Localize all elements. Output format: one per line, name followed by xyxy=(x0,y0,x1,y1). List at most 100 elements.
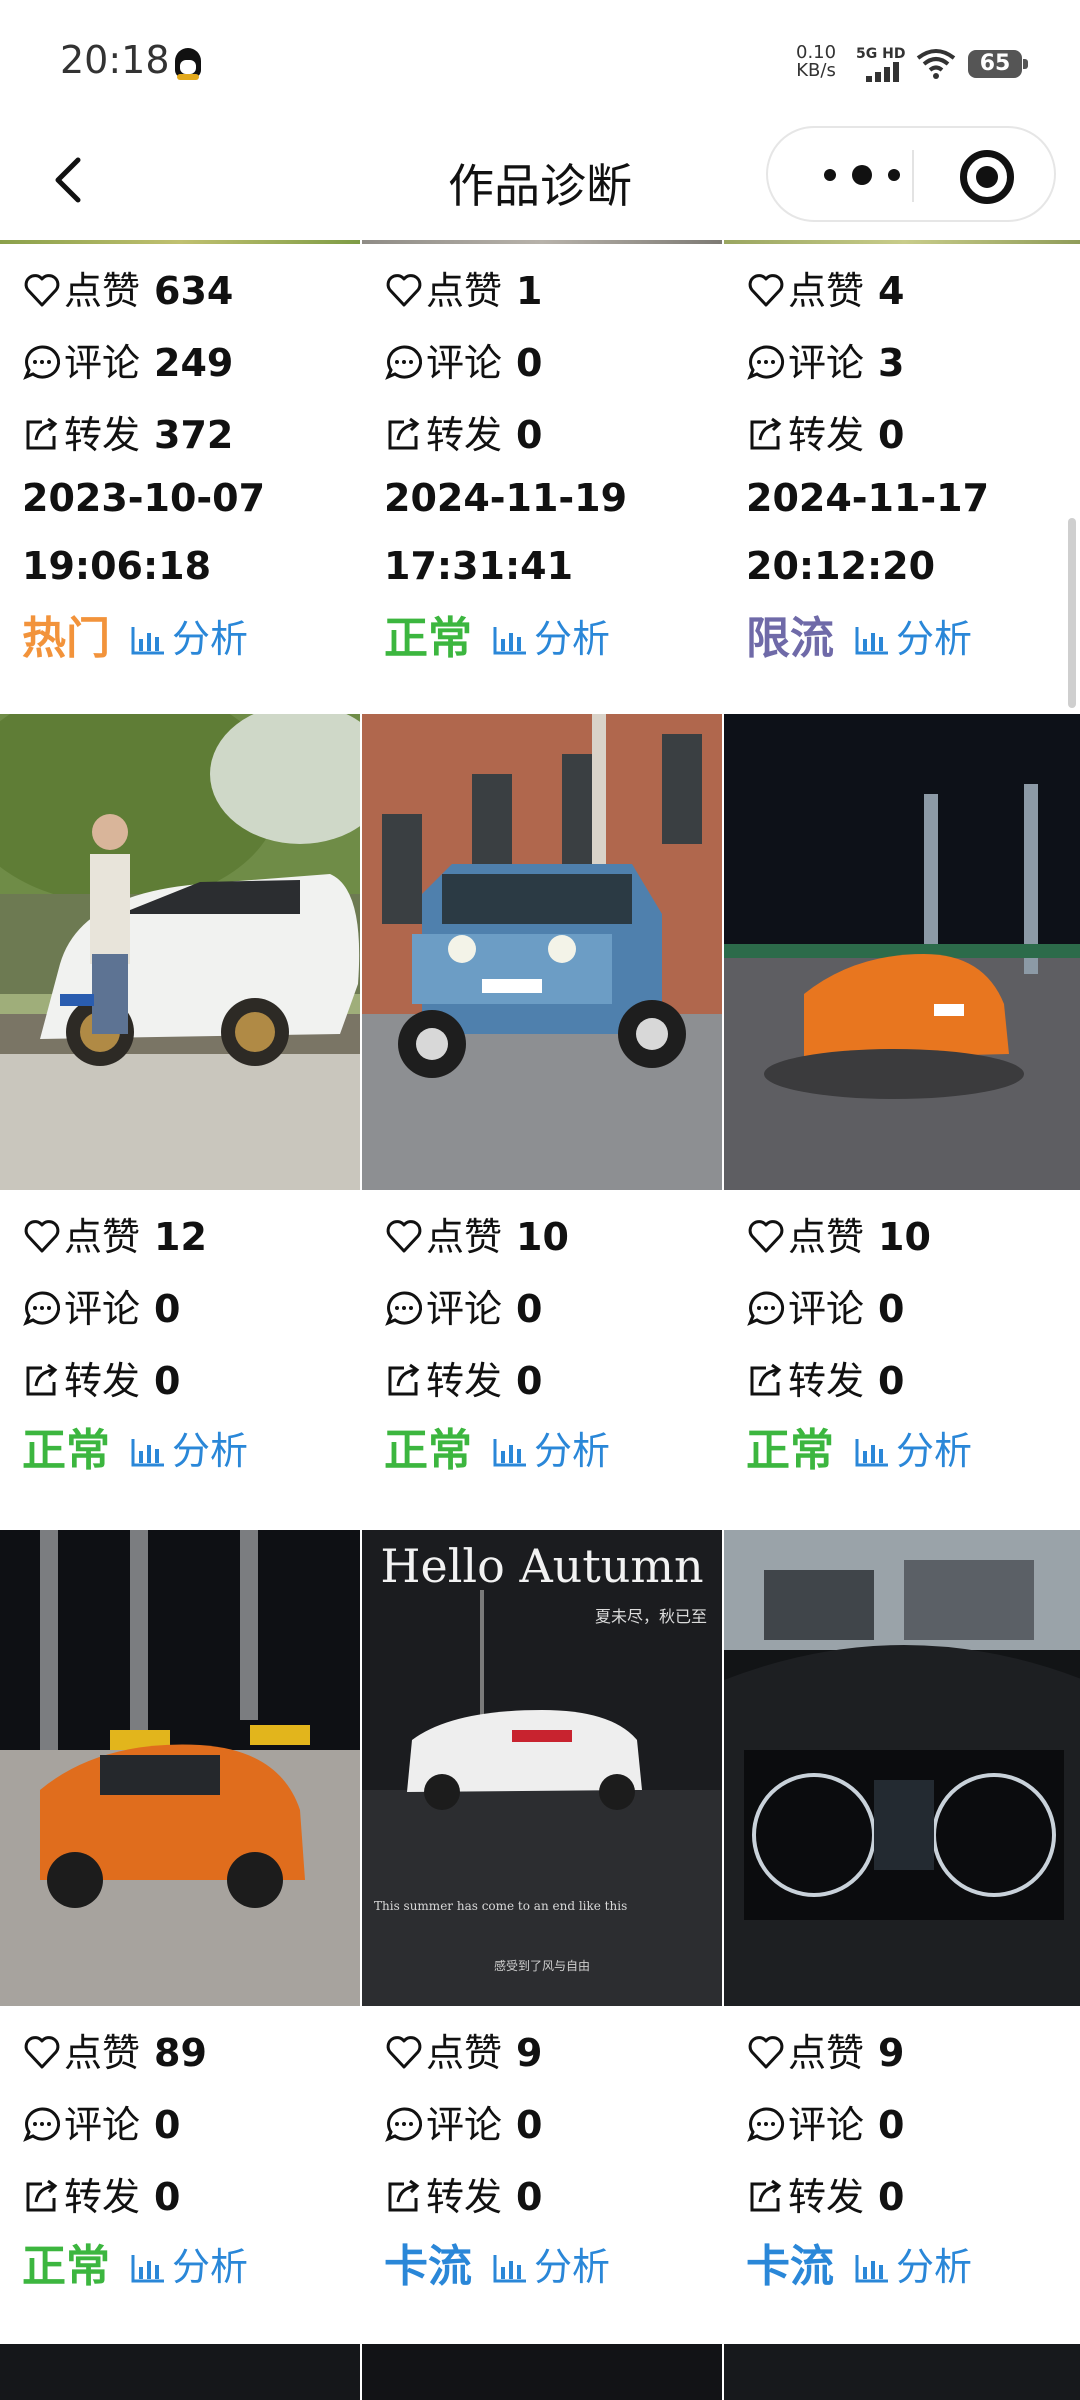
work-card[interactable]: 点赞 1 评论 0 转发 0 2024-11-19 17:31:41 正常 分析 xyxy=(362,240,722,710)
heart-icon xyxy=(24,1220,60,1253)
comment-icon xyxy=(23,1291,61,1326)
status-label: 卡流 xyxy=(384,2241,472,2292)
work-thumbnail[interactable] xyxy=(724,1530,1080,2006)
comment-icon xyxy=(747,345,785,380)
status-label: 正常 xyxy=(22,2241,110,2292)
work-thumbnail[interactable] xyxy=(724,240,1080,244)
analyze-link[interactable]: 分析 xyxy=(854,2236,972,2291)
comment-icon xyxy=(747,2107,785,2142)
share-icon xyxy=(388,417,420,450)
likes-stat: 点赞 4 xyxy=(746,266,904,316)
miniprogram-capsule xyxy=(766,126,1056,222)
analyze-link[interactable]: 分析 xyxy=(130,1420,248,1475)
more-menu-button[interactable] xyxy=(812,160,912,190)
work-thumbnail[interactable] xyxy=(362,2344,722,2400)
works-grid: 点赞 634 评论 249 转发 372 2023-10-07 19:06:18 热门… xyxy=(0,240,1080,2400)
network-type: 5G HD xyxy=(856,46,906,62)
work-card[interactable]: 点赞 4 评论 3 转发 0 2024-11-17 20:12:20 限流 分析 xyxy=(724,240,1080,710)
publish-date: 2024-11-17 xyxy=(746,476,990,520)
likes-stat: 点赞 634 xyxy=(22,266,233,316)
analyze-link[interactable]: 分析 xyxy=(492,1420,610,1475)
comments-stat: 评论 0 xyxy=(746,1284,904,1334)
analyze-link[interactable]: 分析 xyxy=(130,608,248,663)
comment-icon xyxy=(747,1291,785,1326)
comments-stat: 评论 0 xyxy=(22,1284,180,1334)
likes-stat: 点赞 9 xyxy=(384,2028,542,2078)
share-icon xyxy=(388,1363,420,1396)
work-thumbnail[interactable] xyxy=(0,1530,360,2006)
publish-date: 2024-11-19 xyxy=(384,476,628,520)
comments-stat: 评论 249 xyxy=(22,338,233,388)
heart-icon xyxy=(386,1220,422,1253)
bar-chart-icon xyxy=(131,627,164,655)
status-bar: 20:18 0.10 KB/s 5G HD 65 xyxy=(0,0,1080,120)
shares-stat: 转发 0 xyxy=(22,1356,180,1406)
work-thumbnail[interactable]: Hello Autumn 夏未尽，秋已至 This summer has com… xyxy=(362,1530,722,2006)
network-speed: 0.10 KB/s xyxy=(796,42,837,81)
status-label: 热门 xyxy=(22,613,110,664)
battery-icon: 65 xyxy=(968,50,1028,78)
comments-stat: 评论 0 xyxy=(384,2100,542,2150)
work-card[interactable]: 点赞 89 评论 0 转发 0 正常 分析 xyxy=(0,1530,360,2340)
heart-icon xyxy=(748,274,784,307)
analyze-link[interactable]: 分析 xyxy=(854,1420,972,1475)
signal-icon xyxy=(866,62,900,82)
poster-footer: 感受到了风与自由 xyxy=(494,1958,590,1973)
poster-title: Hello Autumn xyxy=(380,1539,703,1593)
close-miniprogram-button[interactable] xyxy=(960,150,1014,204)
share-icon xyxy=(388,2179,420,2212)
status-time: 20:18 xyxy=(60,38,170,82)
share-icon xyxy=(26,1363,58,1396)
likes-stat: 点赞 1 xyxy=(384,266,542,316)
shares-stat: 转发 0 xyxy=(22,2172,180,2222)
comments-stat: 评论 0 xyxy=(22,2100,180,2150)
work-card[interactable]: 点赞 10 评论 0 转发 0 正常 分析 xyxy=(724,714,1080,1524)
likes-stat: 点赞 89 xyxy=(22,2028,207,2078)
bar-chart-icon xyxy=(131,1439,164,1467)
work-card[interactable]: 点赞 634 评论 249 转发 372 2023-10-07 19:06:18 热门… xyxy=(0,240,360,710)
work-thumbnail[interactable] xyxy=(0,714,360,1190)
work-card[interactable]: 点赞 10 评论 0 转发 0 正常 分析 xyxy=(362,714,722,1524)
analyze-link[interactable]: 分析 xyxy=(854,608,972,663)
status-label: 正常 xyxy=(384,613,472,664)
publish-date: 2023-10-07 xyxy=(22,476,266,520)
comments-stat: 评论 0 xyxy=(384,338,542,388)
work-thumbnail[interactable] xyxy=(0,2344,360,2400)
share-icon xyxy=(750,417,782,450)
analyze-link[interactable]: 分析 xyxy=(492,2236,610,2291)
work-thumbnail[interactable] xyxy=(724,2344,1080,2400)
work-card[interactable]: Hello Autumn 夏未尽，秋已至 This summer has com… xyxy=(362,1530,722,2340)
poster-caption: This summer has come to an end like this xyxy=(374,1899,627,1913)
likes-stat: 点赞 10 xyxy=(384,1212,569,1262)
wifi-icon xyxy=(916,49,956,79)
heart-icon xyxy=(24,2036,60,2069)
work-card[interactable]: 点赞 12 评论 0 转发 0 正常 分析 xyxy=(0,714,360,1524)
share-icon xyxy=(26,417,58,450)
analyze-link[interactable]: 分析 xyxy=(130,2236,248,2291)
publish-time: 17:31:41 xyxy=(384,544,574,588)
bar-chart-icon xyxy=(855,627,888,655)
bar-chart-icon xyxy=(493,627,526,655)
qq-notification-icon xyxy=(175,48,201,80)
work-card[interactable]: 点赞 9 评论 0 转发 0 卡流 分析 xyxy=(724,1530,1080,2340)
bar-chart-icon xyxy=(855,1439,888,1467)
heart-icon xyxy=(24,274,60,307)
bar-chart-icon xyxy=(493,1439,526,1467)
status-label: 正常 xyxy=(384,1425,472,1476)
comments-stat: 评论 3 xyxy=(746,338,904,388)
comment-icon xyxy=(23,345,61,380)
comment-icon xyxy=(385,345,423,380)
work-thumbnail[interactable] xyxy=(362,240,722,244)
heart-icon xyxy=(748,1220,784,1253)
heart-icon xyxy=(386,274,422,307)
publish-time: 19:06:18 xyxy=(22,544,212,588)
status-label: 正常 xyxy=(746,1425,834,1476)
analyze-link[interactable]: 分析 xyxy=(492,608,610,663)
work-thumbnail[interactable] xyxy=(724,714,1080,1190)
comment-icon xyxy=(23,2107,61,2142)
work-thumbnail[interactable] xyxy=(0,240,360,244)
work-thumbnail[interactable] xyxy=(362,714,722,1190)
bar-chart-icon xyxy=(855,2255,888,2283)
scrollbar[interactable] xyxy=(1068,518,1076,708)
capsule-divider xyxy=(912,150,914,202)
